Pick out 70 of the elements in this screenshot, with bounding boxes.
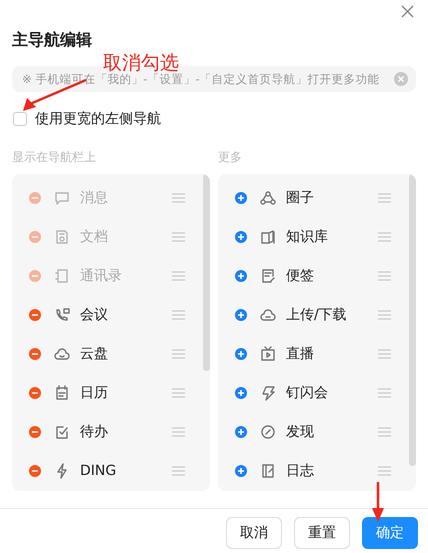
compass-icon	[260, 424, 276, 440]
drag-handle-icon[interactable]	[378, 348, 391, 358]
drag-handle-icon[interactable]	[378, 192, 391, 202]
annotation-text: 取消勾选	[103, 52, 179, 74]
nav-item-label[interactable]: 便签	[286, 266, 378, 284]
section-label: 更多	[218, 149, 243, 166]
add-icon[interactable]	[235, 230, 247, 242]
nav-item-label[interactable]: DING	[80, 462, 172, 478]
remove-icon[interactable]	[29, 386, 41, 398]
drag-handle-icon[interactable]	[378, 426, 391, 436]
remove-icon[interactable]	[29, 464, 41, 476]
drag-handle-icon[interactable]	[172, 270, 185, 280]
drag-handle-icon[interactable]	[172, 426, 185, 436]
drag-handle-icon[interactable]	[378, 270, 391, 280]
add-icon[interactable]	[235, 464, 247, 476]
notebook-icon	[260, 462, 276, 478]
add-icon[interactable]	[235, 308, 247, 320]
annotation-arrow	[371, 482, 385, 522]
add-icon[interactable]	[235, 386, 247, 398]
nav-item-label[interactable]: 待办	[80, 422, 172, 440]
calendar-icon	[54, 384, 70, 400]
nav-item-label[interactable]: 发现	[286, 422, 378, 440]
drag-handle-icon[interactable]	[172, 192, 185, 202]
drag-handle-icon[interactable]	[378, 388, 391, 398]
dialog-button[interactable]: 取消	[226, 517, 282, 549]
scrollbar[interactable]	[203, 174, 210, 371]
nav-item-label[interactable]: 日志	[286, 462, 378, 480]
note-icon	[260, 268, 276, 284]
nodes-icon	[260, 190, 276, 206]
nav-item-label[interactable]: 知识库	[286, 228, 378, 246]
nav-item-label[interactable]: 日历	[80, 384, 172, 402]
drag-handle-icon[interactable]	[172, 232, 185, 242]
drag-handle-icon[interactable]	[378, 232, 391, 242]
drag-handle-icon[interactable]	[172, 466, 185, 476]
drag-handle-icon[interactable]	[172, 388, 185, 398]
checkbox[interactable]	[13, 112, 27, 126]
remove-icon[interactable]	[29, 308, 41, 320]
task-icon	[54, 424, 70, 440]
book-icon	[260, 228, 276, 244]
add-icon[interactable]	[235, 426, 247, 438]
drag-handle-icon[interactable]	[378, 310, 391, 320]
nav-item-label[interactable]: 圈子	[286, 188, 378, 206]
dialog-title: 主导航编辑	[11, 29, 93, 51]
cloud-icon	[260, 306, 276, 322]
add-icon[interactable]	[235, 348, 247, 360]
scrollbar[interactable]	[409, 174, 416, 466]
nav-item-label[interactable]: 钉闪会	[286, 384, 378, 402]
add-icon[interactable]	[235, 192, 247, 204]
document-icon	[54, 228, 70, 244]
lightning-icon	[260, 384, 276, 400]
remove-icon[interactable]	[29, 348, 41, 360]
section-label: 显示在导航栏上	[12, 149, 97, 166]
remove-icon[interactable]	[29, 426, 41, 438]
chat-icon	[54, 190, 70, 206]
close-icon[interactable]	[401, 5, 414, 18]
cloud-icon	[54, 346, 70, 362]
nav-item-label[interactable]: 会议	[80, 306, 172, 324]
drag-handle-icon[interactable]	[172, 310, 185, 320]
dialog-button[interactable]: 重置	[294, 517, 350, 549]
contacts-icon	[54, 268, 70, 284]
nav-item-label[interactable]: 直播	[286, 344, 378, 362]
nav-item-label[interactable]: 上传/下载	[286, 306, 378, 324]
phone-icon	[54, 306, 70, 322]
drag-handle-icon[interactable]	[172, 348, 185, 358]
checkbox-label[interactable]: 使用更宽的左侧导航	[35, 110, 161, 128]
tv-icon	[260, 346, 276, 362]
clear-icon[interactable]	[394, 72, 408, 86]
nav-item-label[interactable]: 云盘	[80, 344, 172, 362]
add-icon[interactable]	[235, 270, 247, 282]
drag-handle-icon[interactable]	[378, 466, 391, 476]
